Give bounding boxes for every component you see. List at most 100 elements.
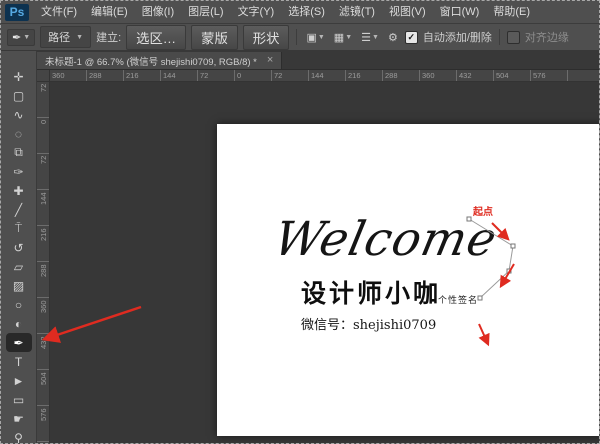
menu-item[interactable]: 视图(V) — [382, 1, 433, 23]
crop-tool[interactable]: ⧉ — [6, 143, 32, 162]
menu-item[interactable]: 滤镜(T) — [332, 1, 382, 23]
canvas-workspace[interactable]: Welcome 设计师小咖 个性签名 微信号：shejishi0709 起点 — [50, 82, 599, 443]
tool-preset-picker[interactable]: ✒ ▼ — [7, 28, 36, 46]
tool-options-bar: ✒ ▼ 路径 ▼ 建立: 选区… 蒙版 形状 ▣ ▼ ▦ ▼ ☰ ▼ ⚙ ✓ 自… — [1, 24, 599, 51]
chevron-down-icon: ▼ — [76, 33, 84, 41]
tool-mode-value: 路径 — [48, 32, 71, 44]
chevron-down-icon: ▼ — [317, 33, 325, 41]
eraser-tool[interactable]: ▱ — [6, 257, 32, 276]
ruler-number: 360 — [38, 300, 48, 313]
ruler-number: 216 — [348, 71, 361, 80]
menu-items: 文件(F) 编辑(E) 图像(I) 图层(L) 文字(Y) 选择(S) 滤镜(T) 视图(V)… — [34, 1, 537, 23]
ruler-number: 360 — [422, 71, 435, 80]
marquee-tool[interactable]: ▢ — [6, 86, 32, 105]
path-alignment-button[interactable]: ▦ ▼ — [332, 30, 354, 45]
auto-add-delete-label: 自动添加/删除 — [422, 32, 492, 44]
menu-item[interactable]: 帮助(E) — [486, 1, 537, 23]
menu-item[interactable]: 图层(L) — [181, 1, 230, 23]
align-edges-label: 对齐边缘 — [524, 32, 569, 44]
pen-options-gear-button[interactable]: ⚙ — [386, 30, 400, 45]
ruler-number: 288 — [385, 71, 398, 80]
gear-icon: ⚙ — [387, 31, 398, 44]
healing-brush-tool[interactable]: ✚ — [6, 181, 32, 200]
document-canvas[interactable]: Welcome 设计师小咖 个性签名 微信号：shejishi0709 起点 — [217, 124, 599, 436]
pen-tool[interactable]: ✒ — [5, 333, 32, 352]
zoom-tool[interactable]: ⚲ — [6, 428, 32, 444]
separator — [498, 29, 500, 45]
menu-item[interactable]: 编辑(E) — [84, 1, 135, 23]
document-tab[interactable]: 未标题-1 @ 66.7% (微信号 shejishi0709, RGB/8) … — [37, 52, 283, 69]
type-tool[interactable]: T — [6, 352, 32, 371]
ruler-number: 288 — [38, 264, 48, 277]
welcome-script-text: Welcome — [269, 212, 503, 267]
ps-logo: Ps — [5, 3, 29, 21]
ruler-number: 504 — [38, 372, 48, 385]
chevron-down-icon: ▼ — [345, 33, 353, 41]
designer-title-text: 设计师小咖 — [301, 280, 442, 308]
brush-tool[interactable]: ╱ — [6, 200, 32, 219]
signature-subtitle-text: 个性签名 — [438, 295, 479, 305]
menu-item[interactable]: 窗口(W) — [433, 1, 487, 23]
document-area: 72 0 72 144 216 288 360 432 504 576 Welcome 设计师小咖… — [37, 82, 599, 443]
path-alignment-icon: ▦ — [333, 31, 345, 44]
align-edges-checkbox[interactable] — [506, 30, 520, 44]
chevron-down-icon: ▼ — [372, 33, 379, 41]
annotation-arrow — [499, 263, 515, 289]
ruler-number: 504 — [496, 71, 509, 80]
tool-mode-dropdown[interactable]: 路径 ▼ — [40, 26, 92, 48]
vertical-ruler[interactable]: 72 0 72 144 216 288 360 432 504 576 — [37, 82, 50, 443]
ruler-number: 432 — [38, 336, 48, 349]
separator — [296, 29, 298, 45]
ruler-row: 360 288 216 144 72 0 72 144 216 288 360 432 504 576 — [37, 70, 599, 82]
ruler-number: 0 — [237, 71, 242, 80]
path-selection-tool[interactable]: ► — [6, 371, 32, 390]
ruler-number: 72 — [200, 71, 209, 80]
main-area: ✛ ▢ ∿ ◌ ⧉ ✑ ✚ ╱ ⍑ ↺ ▱ ▨ ○ ◐ ✒ T ► ▭ ☛ ⚲ 未标题-1 @ 66.7% (微信号 … — [1, 51, 599, 443]
tab-close-icon[interactable]: × — [267, 55, 273, 66]
path-anchor-point — [506, 268, 512, 274]
ruler-number: 72 — [274, 71, 283, 80]
path-arrangement-button[interactable]: ☰ ▼ — [359, 30, 381, 45]
annotation-arrow — [478, 323, 490, 347]
tools-panel: ✛ ▢ ∿ ◌ ⧉ ✑ ✚ ╱ ⍑ ↺ ▱ ▨ ○ ◐ ✒ T ► ▭ ☛ ⚲ — [1, 51, 37, 443]
dodge-tool[interactable]: ◐ — [6, 314, 32, 333]
blur-tool[interactable]: ○ — [6, 295, 32, 314]
ruler-number: 144 — [163, 71, 176, 80]
move-tool[interactable]: ✛ — [6, 67, 32, 86]
path-operations-icon: ▣ — [306, 31, 317, 44]
make-shape-button[interactable]: 形状 — [242, 24, 290, 50]
ruler-corner — [37, 70, 50, 82]
menu-item[interactable]: 文字(Y) — [231, 1, 282, 23]
ruler-number: 576 — [38, 408, 48, 421]
document-window: 未标题-1 @ 66.7% (微信号 shejishi0709, RGB/8) … — [37, 51, 599, 443]
menu-item[interactable]: 选择(S) — [281, 1, 332, 23]
clone-stamp-tool[interactable]: ⍑ — [6, 219, 32, 238]
ruler-number: 72 — [38, 156, 48, 165]
ruler-number: 360 — [52, 71, 65, 80]
ruler-number: 0 — [38, 120, 48, 125]
path-arrangement-icon: ☰ — [361, 31, 372, 44]
menu-bar: Ps 文件(F) 编辑(E) 图像(I) 图层(L) 文字(Y) 选择(S) 滤镜(T) 视图… — [1, 1, 599, 24]
menu-item[interactable]: 图像(I) — [135, 1, 181, 23]
make-label: 建立: — [96, 32, 122, 44]
horizontal-ruler[interactable]: 360 288 216 144 72 0 72 144 216 288 360 432 504 576 — [50, 70, 599, 82]
lasso-tool[interactable]: ∿ — [6, 105, 32, 124]
eyedropper-tool[interactable]: ✑ — [6, 162, 32, 181]
document-tab-title: 未标题-1 @ 66.7% (微信号 shejishi0709, RGB/8) … — [45, 56, 257, 68]
quick-selection-tool[interactable]: ◌ — [6, 124, 32, 143]
ruler-number: 144 — [311, 71, 324, 80]
path-anchor-point — [477, 295, 483, 301]
path-operations-button[interactable]: ▣ ▼ — [304, 30, 326, 45]
make-selection-button[interactable]: 选区… — [126, 24, 187, 50]
shape-tool[interactable]: ▭ — [6, 390, 32, 409]
auto-add-delete-checkbox[interactable]: ✓ — [404, 30, 418, 44]
hand-tool[interactable]: ☛ — [6, 409, 32, 428]
start-point-label: 起点 — [473, 207, 493, 218]
history-brush-tool[interactable]: ↺ — [6, 238, 32, 257]
make-mask-button[interactable]: 蒙版 — [191, 24, 238, 50]
menu-item[interactable]: 文件(F) — [34, 1, 84, 23]
path-anchor-point — [510, 243, 516, 249]
document-tab-bar: 未标题-1 @ 66.7% (微信号 shejishi0709, RGB/8) … — [37, 51, 599, 70]
gradient-tool[interactable]: ▨ — [6, 276, 32, 295]
chevron-down-icon: ▼ — [23, 33, 31, 41]
